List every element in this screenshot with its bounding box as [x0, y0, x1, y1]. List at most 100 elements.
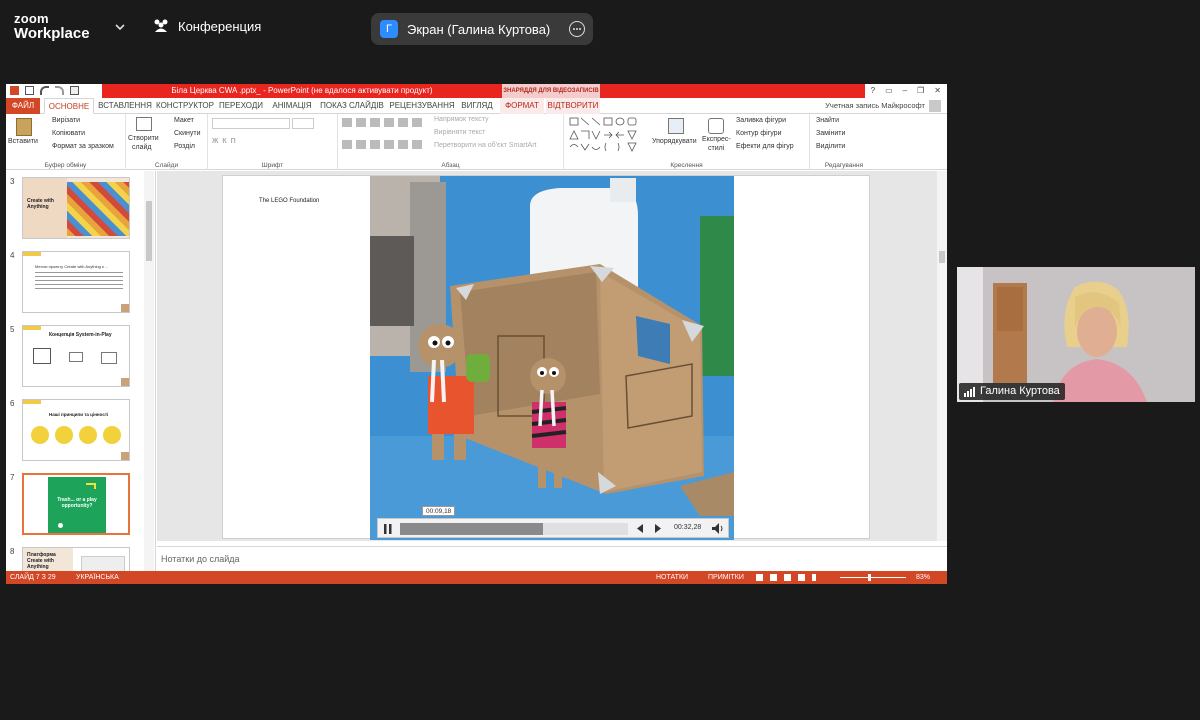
participant-video [957, 267, 1195, 402]
slide-thumbnail-selected[interactable]: Trash... or a play opportunity? [22, 473, 130, 535]
tab-design[interactable]: КОНСТРУКТОР [156, 98, 214, 114]
find-button[interactable]: Знайти [816, 117, 839, 124]
quick-styles-button-line2[interactable]: стилі [708, 145, 724, 152]
reset-button[interactable]: Скинути [174, 130, 201, 137]
comments-toggle[interactable]: ПРИМІТКИ [708, 571, 744, 584]
meeting-button[interactable]: Конференция [152, 18, 261, 34]
tab-view[interactable]: ВИГЛЯД [458, 98, 496, 114]
slide-thumbnail[interactable]: Метою проекту Create with Anything є ... [22, 251, 130, 313]
zoom-slider-thumb[interactable] [868, 574, 871, 581]
participant-video-tile[interactable]: Галина Куртова [957, 267, 1195, 402]
thumbnail-number: 8 [10, 547, 15, 556]
video-image [370, 176, 734, 540]
current-slide[interactable]: The LEGO Foundation 00:09,18 00:32,28 [222, 175, 870, 540]
participant-name: Галина Куртова [980, 385, 1060, 397]
undo-icon[interactable] [40, 86, 49, 95]
notes-toggle[interactable]: НОТАТКИ [656, 571, 688, 584]
align-buttons[interactable] [342, 140, 422, 149]
thumbnail-title: Концепція System-in-Play [49, 332, 112, 338]
list-buttons[interactable] [342, 118, 422, 127]
redo-icon[interactable] [55, 86, 64, 95]
tab-home[interactable]: ОСНОВНЕ [44, 98, 94, 114]
clipboard-group-label: Буфер обміну [44, 162, 87, 169]
zoom-top-bar: zoom Workplace Конференция Г Экран (Гали… [0, 0, 1200, 56]
paste-button[interactable]: Вставити [8, 138, 38, 145]
cut-button[interactable]: Вирізати [52, 117, 80, 124]
avatar[interactable] [929, 100, 941, 112]
zoom-logo-line1: zoom [14, 11, 49, 26]
new-slide-icon[interactable] [136, 117, 152, 131]
minimize-icon[interactable]: – [903, 84, 907, 98]
pause-icon[interactable] [384, 524, 392, 534]
save-icon[interactable] [25, 86, 34, 95]
restore-icon[interactable]: ❐ [917, 84, 924, 98]
zoom-level[interactable]: 83% [916, 571, 930, 584]
text-direction-button[interactable]: Напрямок тексту [434, 116, 489, 123]
quick-styles-button[interactable]: Експрес- [702, 136, 731, 143]
language-indicator[interactable]: УКРАЇНСЬКА [76, 571, 119, 584]
select-button[interactable]: Виділити [816, 143, 845, 150]
notes-pane[interactable]: Нотатки до слайда [157, 546, 947, 571]
thumbnail-number: 7 [10, 473, 15, 482]
ribbon-tabs: ФАЙЛ ОСНОВНЕ ВСТАВЛЕННЯ КОНСТРУКТОР ПЕРЕ… [6, 98, 947, 114]
video-progress-bar[interactable] [400, 523, 628, 535]
font-name-select[interactable] [212, 118, 290, 129]
account-label[interactable]: Учетная запись Майкрософт [825, 98, 925, 114]
copy-button[interactable]: Копіювати [52, 130, 85, 137]
format-painter-button[interactable]: Формат за зразком [52, 143, 114, 150]
help-icon[interactable]: ? [871, 84, 875, 98]
quick-styles-icon[interactable] [708, 118, 724, 134]
zoom-slider[interactable] [840, 577, 906, 578]
tab-slideshow[interactable]: ПОКАЗ СЛАЙДІВ [318, 98, 386, 114]
layout-button[interactable]: Макет [174, 117, 194, 124]
start-presentation-icon[interactable] [70, 86, 79, 95]
slide-thumbnails-pane: 3 Create with Anything 4 Метою проекту C… [6, 171, 156, 571]
arrange-icon[interactable] [668, 118, 684, 134]
slide-editor: The LEGO Foundation 00:09,18 00:32,28 [157, 171, 937, 541]
font-size-select[interactable] [292, 118, 314, 129]
thumbnail-title: Наші принципи та цінності [49, 412, 109, 417]
ppt-title-bar: Біла Церква CWA .pptx_ - PowerPoint (не … [6, 84, 947, 98]
shape-outline-button[interactable]: Контур фігури [736, 130, 781, 137]
drawing-group-label: Креслення [670, 162, 703, 169]
participant-name-tag: Галина Куртова [959, 383, 1065, 400]
tab-file[interactable]: ФАЙЛ [6, 98, 40, 114]
rewind-icon[interactable] [636, 524, 644, 533]
tab-insert[interactable]: ВСТАВЛЕННЯ [96, 98, 154, 114]
tab-transitions[interactable]: ПЕРЕХОДИ [216, 98, 266, 114]
forward-icon[interactable] [654, 524, 662, 533]
arrange-button[interactable]: Упорядкувати [652, 138, 697, 145]
section-button[interactable]: Розділ [174, 143, 195, 150]
paste-icon[interactable] [16, 118, 32, 136]
smartart-button[interactable]: Перетворити на об'єкт SmartArt [434, 142, 537, 149]
tab-animations[interactable]: АНІМАЦІЯ [268, 98, 316, 114]
shape-fill-button[interactable]: Заливка фігури [736, 117, 786, 124]
slide-thumbnail[interactable]: Платформа Create with Anything [22, 547, 130, 571]
replace-button[interactable]: Замінити [816, 130, 845, 137]
volume-icon[interactable] [712, 523, 724, 534]
view-buttons[interactable] [756, 574, 816, 581]
align-text-button[interactable]: Вирівняти текст [434, 129, 485, 136]
slide-thumbnail[interactable]: Концепція System-in-Play [22, 325, 130, 387]
chevron-down-icon[interactable] [114, 21, 126, 33]
screen-share-indicator[interactable]: Г Экран (Галина Куртова) [371, 13, 593, 45]
title-bar-fill [600, 84, 865, 98]
meeting-label: Конференция [178, 18, 262, 34]
thumbnail-scrollbar[interactable] [144, 171, 154, 571]
tab-review[interactable]: РЕЦЕНЗУВАННЯ [388, 98, 456, 114]
more-icon[interactable] [569, 21, 585, 37]
slide-vertical-scrollbar[interactable] [937, 171, 947, 541]
shapes-gallery[interactable] [568, 116, 642, 154]
paragraph-group-label: Абзац [441, 162, 460, 169]
new-slide-button[interactable]: Створити [128, 135, 159, 142]
new-slide-button-line2[interactable]: слайд [132, 144, 151, 151]
slide-thumbnail[interactable]: Create with Anything [22, 177, 130, 239]
close-icon[interactable]: ✕ [934, 84, 941, 98]
ribbon-display-icon[interactable]: ▭ [885, 84, 893, 98]
thumbnail-number: 4 [10, 251, 15, 260]
slide-thumbnail[interactable]: Наші принципи та цінності [22, 399, 130, 461]
video-frame[interactable] [370, 176, 734, 540]
tab-playback[interactable]: ВІДТВОРИТИ [546, 98, 600, 114]
shape-effects-button[interactable]: Ефекти для фігур [736, 143, 794, 150]
tab-format[interactable]: ФОРМАТ [500, 98, 544, 114]
